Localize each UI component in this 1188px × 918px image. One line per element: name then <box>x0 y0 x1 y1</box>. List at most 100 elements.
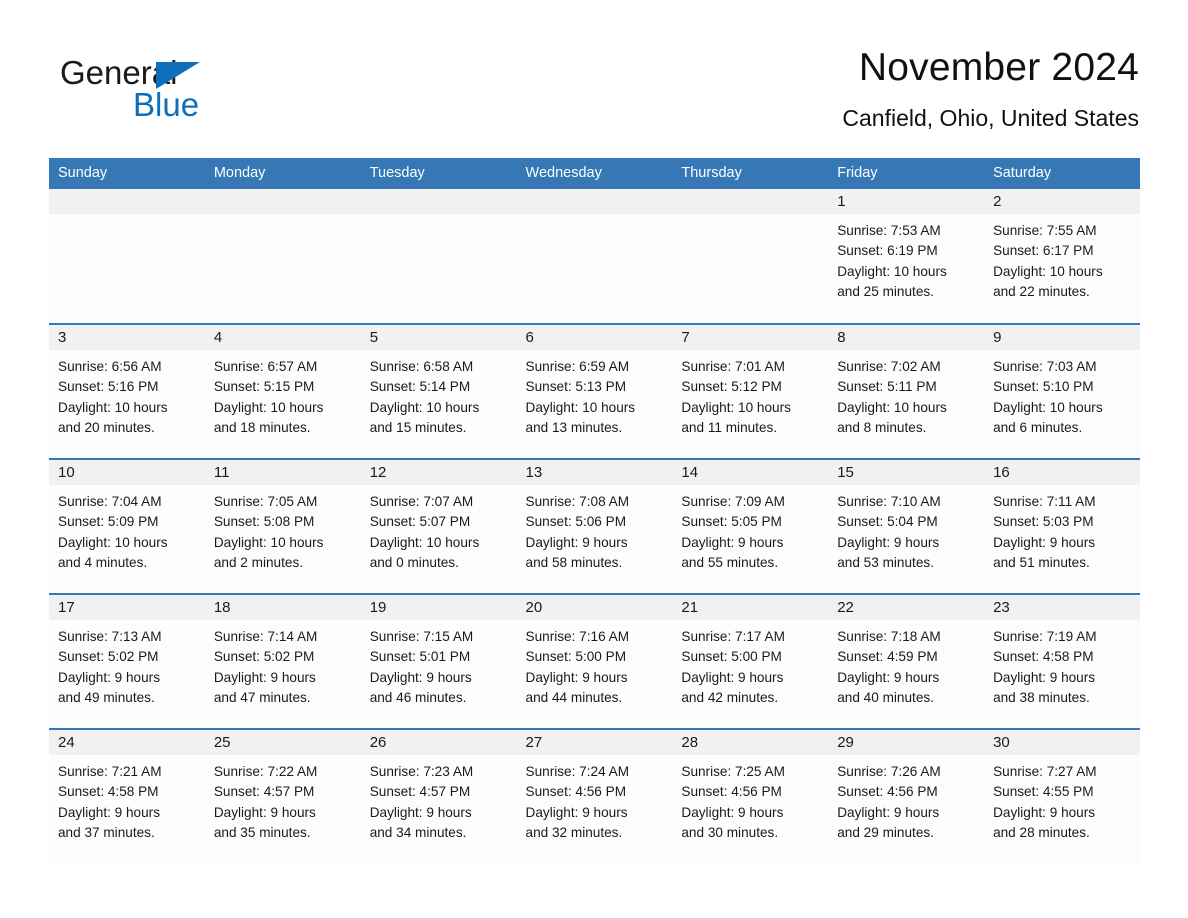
day-number: 12 <box>360 460 517 485</box>
calendar-day-cell[interactable]: 5 Sunrise: 6:58 AM Sunset: 5:14 PM Daylight… <box>360 323 517 459</box>
calendar-day-cell[interactable]: 28 Sunrise: 7:25 AM Sunset: 4:56 PM Dayligh… <box>672 728 829 864</box>
daylight-duration-line2: and 35 minutes. <box>213 824 311 840</box>
daylight-duration-line2: and 25 minutes. <box>837 283 934 299</box>
sunrise-time: Sunrise: 7:05 AM <box>213 494 318 509</box>
sunset-time: Sunset: 6:17 PM <box>993 243 1094 259</box>
calendar-day-cell[interactable]: 11 Sunrise: 7:05 AM Sunset: 5:08 PM Dayligh… <box>204 458 361 594</box>
calendar-day-cell[interactable]: 12 Sunrise: 7:07 AM Sunset: 5:07 PM Dayligh… <box>360 458 517 594</box>
daylight-duration-line2: and 47 minutes. <box>213 689 311 705</box>
calendar-day-cell[interactable]: 1 Sunrise: 7:53 AM Sunset: 6:19 PM Daylight… <box>828 189 985 324</box>
calendar-week-row: 3 Sunrise: 6:56 AM Sunset: 5:16 PM Daylight… <box>49 323 1140 459</box>
calendar-day-cell[interactable]: 4 Sunrise: 6:57 AM Sunset: 5:15 PM Daylight… <box>204 323 361 459</box>
calendar-day-cell[interactable]: 14 Sunrise: 7:09 AM Sunset: 5:05 PM Dayligh… <box>672 458 829 594</box>
daylight-duration-line2: and 38 minutes. <box>993 689 1090 705</box>
day-number: 8 <box>828 325 985 350</box>
daylight-duration-line1: Daylight: 9 hours <box>837 804 940 820</box>
calendar-day-cell[interactable]: 24 Sunrise: 7:21 AM Sunset: 4:58 PM Dayligh… <box>49 728 205 864</box>
day-details: Sunrise: 7:19 AM Sunset: 4:58 PM Daylight:… <box>984 620 1140 708</box>
day-number: 7 <box>672 325 829 350</box>
calendar-day-cell[interactable]: 10 Sunrise: 7:04 AM Sunset: 5:09 PM Dayligh… <box>49 458 205 594</box>
sunset-time: Sunset: 4:56 PM <box>837 784 938 800</box>
sunrise-time: Sunrise: 6:59 AM <box>525 359 630 374</box>
daylight-duration-line2: and 58 minutes. <box>525 554 623 570</box>
calendar-week-row: 10 Sunrise: 7:04 AM Sunset: 5:09 PM Dayligh… <box>49 458 1140 594</box>
page-subtitle: Canfield, Ohio, United States <box>842 105 1139 131</box>
sunrise-time: Sunrise: 7:15 AM <box>369 629 474 644</box>
calendar-week-row: 24 Sunrise: 7:21 AM Sunset: 4:58 PM Dayligh… <box>49 728 1140 864</box>
day-details: Sunrise: 7:18 AM Sunset: 4:59 PM Daylight:… <box>828 620 984 708</box>
calendar-day-cell[interactable]: 9 Sunrise: 7:03 AM Sunset: 5:10 PM Daylight… <box>984 323 1140 459</box>
calendar-day-cell[interactable]: 3 Sunrise: 6:56 AM Sunset: 5:16 PM Daylight… <box>49 323 205 459</box>
sunset-time: Sunset: 5:10 PM <box>993 379 1094 395</box>
day-number: 13 <box>516 460 673 485</box>
day-number: 15 <box>828 460 985 485</box>
sunrise-time: Sunrise: 7:02 AM <box>837 359 941 374</box>
day-details: Sunrise: 7:53 AM Sunset: 6:19 PM Daylight:… <box>828 214 984 302</box>
sunrise-time: Sunrise: 7:25 AM <box>681 764 785 779</box>
day-details: Sunrise: 7:03 AM Sunset: 5:10 PM Daylight:… <box>984 350 1140 438</box>
day-details: Sunrise: 7:05 AM Sunset: 5:08 PM Daylight:… <box>205 485 361 573</box>
daylight-duration-line2: and 37 minutes. <box>58 824 155 840</box>
daylight-duration-line2: and 46 minutes. <box>369 689 467 705</box>
daylight-duration-line2: and 22 minutes. <box>993 283 1090 299</box>
calendar-day-cell[interactable]: 30 Sunrise: 7:27 AM Sunset: 4:55 PM Dayligh… <box>984 728 1140 864</box>
day-number: 3 <box>49 325 205 350</box>
sunrise-time: Sunrise: 7:23 AM <box>369 764 474 779</box>
sunrise-time: Sunrise: 7:17 AM <box>681 629 785 644</box>
page-header: General Blue November 2024 Canfield, Ohi… <box>49 44 1139 144</box>
calendar-day-cell[interactable]: 20 Sunrise: 7:16 AM Sunset: 5:00 PM Dayligh… <box>516 593 673 729</box>
day-number: 26 <box>360 730 517 755</box>
calendar-day-cell[interactable]: 17 Sunrise: 7:13 AM Sunset: 5:02 PM Dayligh… <box>49 593 205 729</box>
sunset-time: Sunset: 5:03 PM <box>993 514 1094 530</box>
day-details: Sunrise: 6:57 AM Sunset: 5:15 PM Daylight:… <box>205 350 361 438</box>
day-details: Sunrise: 7:25 AM Sunset: 4:56 PM Daylight:… <box>672 755 828 843</box>
daylight-duration-line1: Daylight: 10 hours <box>525 399 636 415</box>
calendar-day-cell[interactable]: 22 Sunrise: 7:18 AM Sunset: 4:59 PM Dayligh… <box>828 593 985 729</box>
sunset-time: Sunset: 5:02 PM <box>213 649 315 665</box>
calendar-day-cell[interactable]: 18 Sunrise: 7:14 AM Sunset: 5:02 PM Dayligh… <box>204 593 361 729</box>
calendar-day-cell[interactable]: 26 Sunrise: 7:23 AM Sunset: 4:57 PM Dayligh… <box>360 728 517 864</box>
sunset-time: Sunset: 5:06 PM <box>525 514 627 530</box>
sunrise-time: Sunrise: 7:09 AM <box>681 494 785 509</box>
daylight-duration-line1: Daylight: 10 hours <box>681 399 791 415</box>
sunrise-time: Sunrise: 7:19 AM <box>993 629 1097 644</box>
daylight-duration-line1: Daylight: 9 hours <box>837 534 940 550</box>
day-number: 30 <box>984 730 1140 755</box>
calendar-day-cell[interactable]: 19 Sunrise: 7:15 AM Sunset: 5:01 PM Dayligh… <box>360 593 517 729</box>
daylight-duration-line1: Daylight: 9 hours <box>369 804 472 820</box>
calendar-day-cell[interactable]: 25 Sunrise: 7:22 AM Sunset: 4:57 PM Dayligh… <box>204 728 361 864</box>
calendar-day-cell[interactable]: 27 Sunrise: 7:24 AM Sunset: 4:56 PM Dayligh… <box>516 728 673 864</box>
logo-triangle-icon <box>156 62 200 89</box>
sunset-time: Sunset: 4:57 PM <box>213 784 315 800</box>
daylight-duration-line2: and 34 minutes. <box>369 824 467 840</box>
calendar-day-cell[interactable]: 23 Sunrise: 7:19 AM Sunset: 4:58 PM Dayligh… <box>984 593 1140 729</box>
calendar-day-cell[interactable]: 2 Sunrise: 7:55 AM Sunset: 6:17 PM Daylight… <box>984 189 1140 324</box>
sunset-time: Sunset: 5:08 PM <box>213 514 315 530</box>
day-details: Sunrise: 7:07 AM Sunset: 5:07 PM Daylight:… <box>361 485 517 573</box>
sunset-time: Sunset: 5:07 PM <box>369 514 471 530</box>
calendar-day-cell[interactable]: 21 Sunrise: 7:17 AM Sunset: 5:00 PM Dayligh… <box>672 593 829 729</box>
calendar-day-cell[interactable]: 8 Sunrise: 7:02 AM Sunset: 5:11 PM Daylight… <box>828 323 985 459</box>
general-blue-logo[interactable]: General Blue <box>60 54 320 134</box>
calendar-day-cell-empty <box>360 189 517 324</box>
sunrise-time: Sunrise: 6:57 AM <box>213 359 318 374</box>
sunset-time: Sunset: 4:57 PM <box>369 784 471 800</box>
calendar-day-cell[interactable]: 6 Sunrise: 6:59 AM Sunset: 5:13 PM Daylight… <box>516 323 673 459</box>
calendar-day-cell[interactable]: 29 Sunrise: 7:26 AM Sunset: 4:56 PM Dayligh… <box>828 728 985 864</box>
calendar-day-cell-empty <box>49 189 205 324</box>
day-number: 4 <box>204 325 361 350</box>
weekday-header-wednesday: Wednesday <box>516 158 673 189</box>
sunset-time: Sunset: 4:55 PM <box>993 784 1094 800</box>
calendar-day-cell[interactable]: 15 Sunrise: 7:10 AM Sunset: 5:04 PM Dayligh… <box>828 458 985 594</box>
day-details: Sunrise: 7:11 AM Sunset: 5:03 PM Daylight:… <box>984 485 1140 573</box>
day-number: 9 <box>984 325 1140 350</box>
daylight-duration-line1: Daylight: 10 hours <box>369 399 480 415</box>
weekday-header-saturday: Saturday <box>984 158 1140 189</box>
day-details: Sunrise: 7:01 AM Sunset: 5:12 PM Daylight:… <box>672 350 828 438</box>
calendar-day-cell[interactable]: 16 Sunrise: 7:11 AM Sunset: 5:03 PM Dayligh… <box>984 458 1140 594</box>
calendar-day-cell[interactable]: 13 Sunrise: 7:08 AM Sunset: 5:06 PM Dayligh… <box>516 458 673 594</box>
daylight-duration-line2: and 13 minutes. <box>525 419 623 435</box>
day-details: Sunrise: 6:58 AM Sunset: 5:14 PM Daylight:… <box>361 350 517 438</box>
day-number: 1 <box>828 189 985 214</box>
calendar-day-cell[interactable]: 7 Sunrise: 7:01 AM Sunset: 5:12 PM Daylight… <box>672 323 829 459</box>
